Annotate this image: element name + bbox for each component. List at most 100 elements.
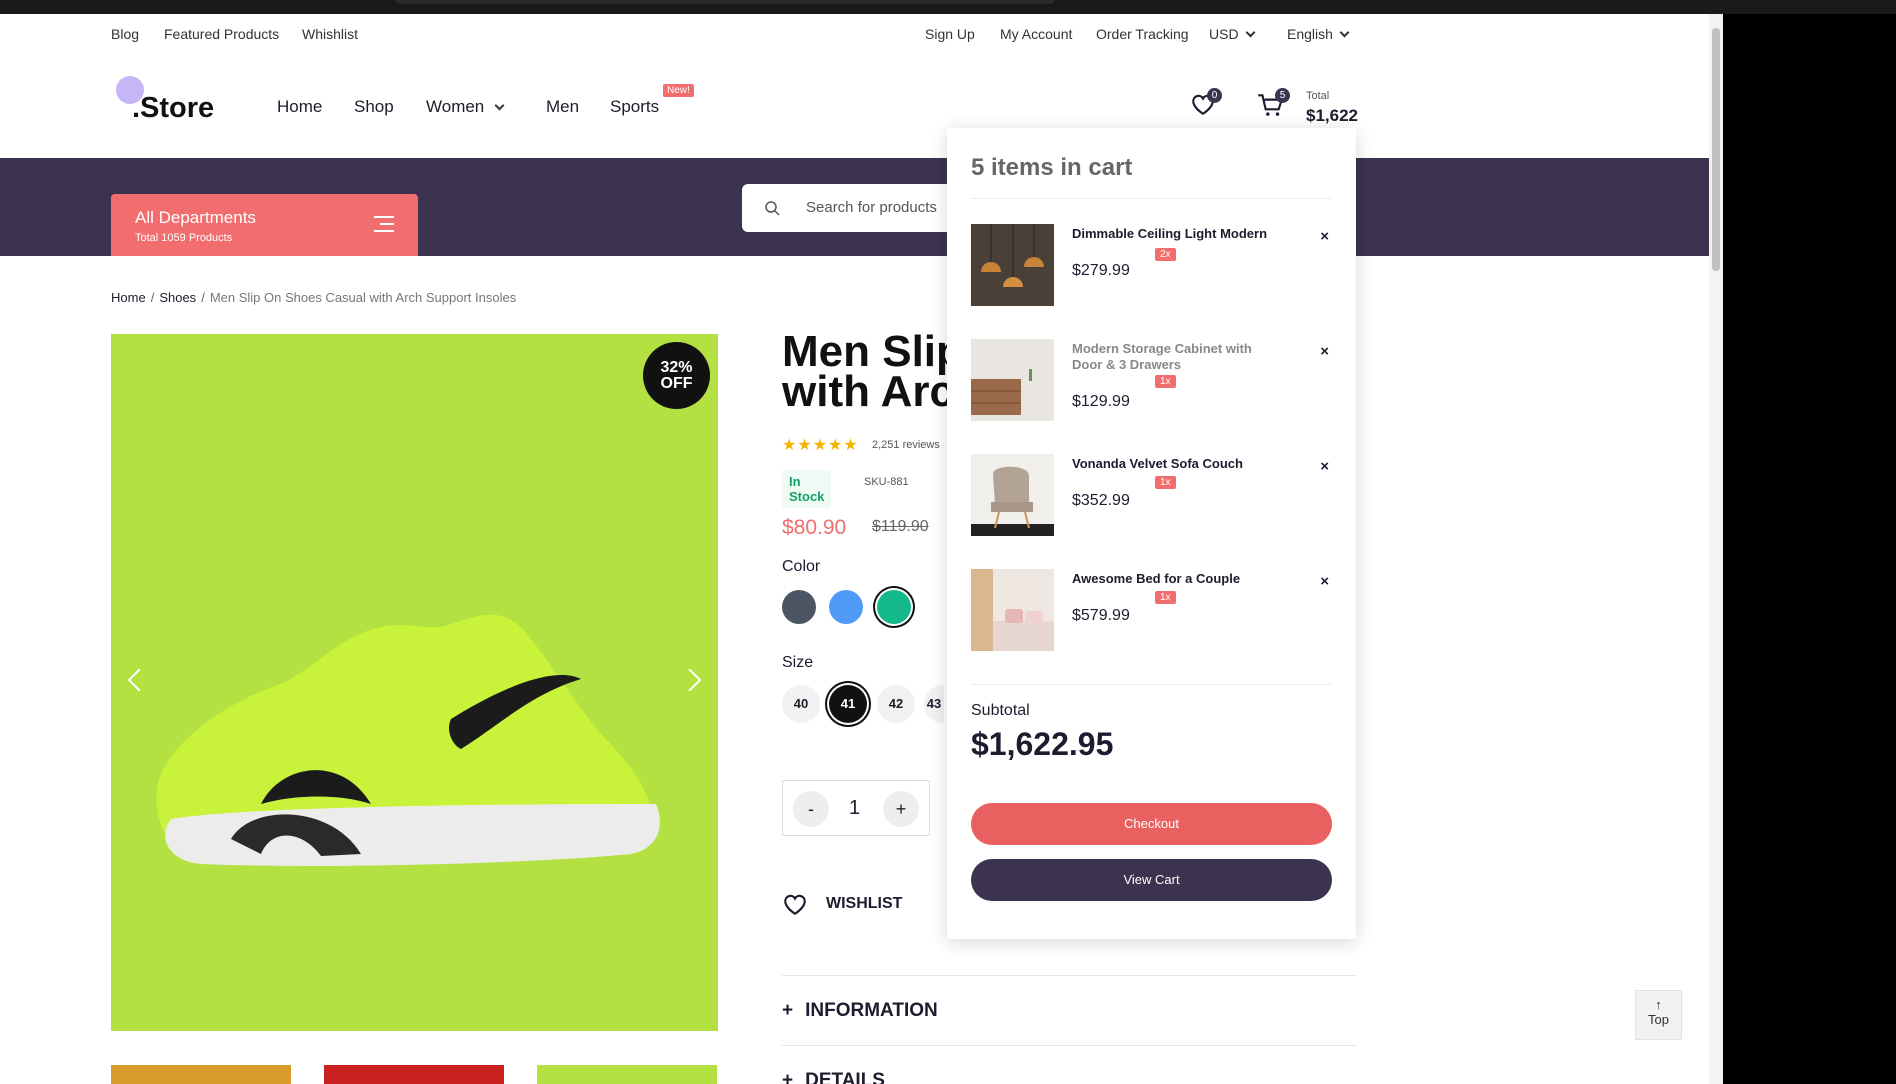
page-scrollbar[interactable] bbox=[1709, 14, 1723, 1084]
price: $80.90 bbox=[782, 516, 847, 539]
nav-shop[interactable]: Shop bbox=[354, 97, 394, 117]
shoe-image bbox=[156, 614, 660, 866]
breadcrumb: Home / Shoes / Men Slip On Shoes Casual with… bbox=[111, 290, 516, 305]
main-header: .Store Home Shop Women Men Sports New! 0… bbox=[0, 60, 1723, 158]
search-icon bbox=[765, 201, 780, 216]
language-select[interactable]: English bbox=[1287, 26, 1350, 42]
utility-link-wishlist[interactable]: Whishlist bbox=[302, 26, 358, 42]
old-price: $119.90 bbox=[872, 518, 929, 535]
utility-link-featured[interactable]: Featured Products bbox=[164, 26, 279, 42]
nav-sports[interactable]: Sports bbox=[610, 97, 659, 117]
address-bar bbox=[395, 0, 1055, 4]
total-value: $1,622 bbox=[1306, 106, 1358, 125]
utility-link-account[interactable]: My Account bbox=[1000, 26, 1072, 42]
wishlist-link[interactable]: WISHLIST bbox=[782, 892, 902, 916]
cart-item-qty: 1x bbox=[1155, 591, 1176, 604]
remove-item-button[interactable]: × bbox=[1320, 228, 1329, 245]
plus-icon: + bbox=[782, 1070, 794, 1084]
arrow-up-icon: ↑ bbox=[1655, 997, 1662, 1012]
cart-item-name[interactable]: Dimmable Ceiling Light Modern bbox=[1072, 226, 1282, 242]
quantity-value[interactable]: 1 bbox=[849, 797, 860, 820]
breadcrumb-current: Men Slip On Shoes Casual with Arch Suppo… bbox=[209, 290, 517, 305]
store-page: Blog Featured Products Whishlist Sign Up… bbox=[0, 14, 1723, 1084]
breadcrumb-separator: / bbox=[201, 290, 205, 305]
plus-icon: + bbox=[782, 1000, 794, 1021]
breadcrumb-category[interactable]: Shoes bbox=[159, 290, 196, 305]
cart-item-name[interactable]: Awesome Bed for a Couple bbox=[1072, 571, 1282, 587]
size-option[interactable]: 43 bbox=[924, 685, 944, 723]
quantity-stepper: - 1 + bbox=[782, 780, 930, 836]
size-option[interactable]: 40 bbox=[782, 685, 820, 723]
chevron-down-icon bbox=[1245, 27, 1256, 38]
color-swatch-blue[interactable] bbox=[829, 590, 863, 624]
nav-men[interactable]: Men bbox=[546, 97, 579, 117]
departments-subtitle: Total 1059 Products bbox=[135, 232, 233, 244]
remove-item-button[interactable]: × bbox=[1320, 458, 1329, 475]
cart-button[interactable]: 5 bbox=[1256, 88, 1290, 123]
cart-item-name[interactable]: Vonanda Velvet Sofa Couch bbox=[1072, 456, 1282, 472]
thumbnail[interactable] bbox=[324, 1065, 504, 1084]
breadcrumb-separator: / bbox=[150, 290, 155, 305]
remove-item-button[interactable]: × bbox=[1320, 573, 1329, 590]
to-top-label: Top bbox=[1648, 1012, 1669, 1027]
quantity-increase-button[interactable]: + bbox=[883, 791, 919, 827]
color-label: Color bbox=[782, 558, 821, 575]
search-input[interactable]: Search for products bbox=[806, 199, 937, 216]
wishlist-count: 0 bbox=[1207, 88, 1222, 103]
utility-bar: Blog Featured Products Whishlist Sign Up… bbox=[0, 14, 1723, 54]
cart-heading: 5 items in cart bbox=[971, 154, 1133, 181]
cart-item-name[interactable]: Modern Storage Cabinet with Door & 3 Dra… bbox=[1072, 341, 1282, 373]
dark-side-panel bbox=[1723, 14, 1896, 1084]
utility-link-signup[interactable]: Sign Up bbox=[925, 26, 975, 42]
nav-women[interactable]: Women bbox=[426, 97, 505, 117]
breadcrumb-home[interactable]: Home bbox=[111, 290, 146, 305]
cart-item-image[interactable] bbox=[971, 224, 1054, 306]
scrollbar-thumb[interactable] bbox=[1712, 28, 1720, 271]
total-label: Total bbox=[1306, 90, 1330, 102]
remove-item-button[interactable]: × bbox=[1320, 343, 1329, 360]
review-count[interactable]: 2,251 reviews bbox=[872, 439, 940, 451]
scroll-to-top-button[interactable]: ↑ Top bbox=[1635, 990, 1682, 1040]
cart-item-image[interactable] bbox=[971, 569, 1054, 651]
nav-women-label: Women bbox=[426, 97, 485, 116]
sku: SKU-881 bbox=[864, 476, 909, 488]
chevron-down-icon bbox=[494, 100, 505, 111]
mini-cart-dropdown: 5 items in cart Dimmable Ceiling Light M… bbox=[947, 128, 1356, 939]
color-swatch-gray[interactable] bbox=[782, 590, 816, 624]
cart-item-qty: 1x bbox=[1155, 375, 1176, 388]
rating-stars: ★★★★★ bbox=[782, 437, 859, 454]
logo-text: .Store bbox=[132, 92, 215, 124]
menu-icon bbox=[374, 216, 394, 237]
departments-title: All Departments bbox=[135, 208, 256, 227]
currency-select[interactable]: USD bbox=[1209, 26, 1256, 42]
color-swatch-green[interactable] bbox=[877, 590, 911, 624]
cart-item-price: $129.99 bbox=[1072, 393, 1130, 410]
cart-item-price: $579.99 bbox=[1072, 607, 1130, 624]
cart-item: Modern Storage Cabinet with Door & 3 Dra… bbox=[971, 339, 1333, 423]
subtotal-label: Subtotal bbox=[971, 702, 1030, 719]
utility-link-blog[interactable]: Blog bbox=[111, 26, 139, 42]
size-option[interactable]: 42 bbox=[877, 685, 915, 723]
search-bar[interactable]: Search for products bbox=[742, 184, 972, 232]
accordion-details[interactable]: + DETAILS bbox=[782, 1045, 1357, 1084]
cart-item-price: $279.99 bbox=[1072, 262, 1130, 279]
cart-count: 5 bbox=[1275, 88, 1290, 103]
cart-item-image[interactable] bbox=[971, 339, 1054, 421]
thumbnail[interactable] bbox=[111, 1065, 291, 1084]
quantity-decrease-button[interactable]: - bbox=[793, 791, 829, 827]
view-cart-button[interactable]: View Cart bbox=[971, 859, 1332, 901]
nav-home[interactable]: Home bbox=[277, 97, 322, 117]
chevron-down-icon bbox=[1339, 27, 1350, 38]
utility-link-order-tracking[interactable]: Order Tracking bbox=[1096, 26, 1189, 42]
size-option-selected[interactable]: 41 bbox=[829, 685, 867, 723]
cart-item-qty: 2x bbox=[1155, 248, 1176, 261]
accordion-information-label: INFORMATION bbox=[805, 1000, 938, 1021]
wishlist-button[interactable]: 0 bbox=[1190, 88, 1222, 121]
cart-item: Awesome Bed for a Couple 1x $579.99 × bbox=[971, 569, 1333, 653]
subtotal-value: $1,622.95 bbox=[971, 726, 1114, 762]
checkout-button[interactable]: Checkout bbox=[971, 803, 1332, 845]
thumbnail[interactable] bbox=[537, 1065, 717, 1084]
all-departments-button[interactable]: All Departments Total 1059 Products bbox=[111, 194, 418, 256]
cart-item-image[interactable] bbox=[971, 454, 1054, 536]
accordion-information[interactable]: + INFORMATION bbox=[782, 975, 1357, 1022]
